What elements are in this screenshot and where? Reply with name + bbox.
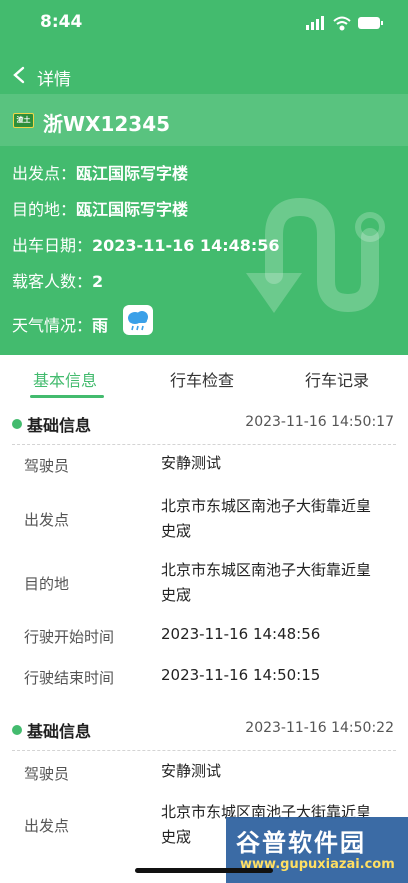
vehicle-type-badge: 渣土 [13,113,34,128]
page-title: 详情 [37,70,71,90]
driver-value: 安静测试 [161,762,222,780]
section-header: 基础信息 2023-11-16 14:50:22 [0,709,408,745]
trip-date-value: 2023-11-16 14:48:56 [92,236,280,255]
section-dot-icon [12,725,22,735]
passenger-count-row: 载客人数：2 [12,272,104,291]
destination-row: 目的地：瓯江国际写字楼 [12,200,189,219]
tab-bar: 基本信息 行车检查 行车记录 [0,355,408,399]
nav-bar: 详情 [0,56,408,94]
section-time: 2023-11-16 14:50:17 [245,414,394,430]
divider [12,750,396,751]
plate-band: 渣土 浙WX12345 [0,94,408,146]
departure-value: 瓯江国际写字楼 [76,164,189,183]
weather-value: 雨 [92,316,109,335]
status-icons [306,16,383,31]
site-watermark: 谷普软件园 www.gupuxiazai.com [226,817,408,883]
weather-row: 天气情况：雨 [12,316,109,335]
start-time-value: 2023-11-16 14:48:56 [161,625,321,643]
status-time: 8:44 [40,12,83,32]
tab-basic-info[interactable]: 基本信息 [33,367,97,391]
section-title: 基础信息 [27,722,92,741]
route-decoration-icon [246,197,385,313]
departure-detail-value: 北京市东城区南池子大街靠近皇史宬 [161,497,372,540]
trip-date-row: 出车日期：2023-11-16 14:48:56 [12,236,280,255]
status-bar: 8:44 [0,10,408,36]
divider [12,444,396,445]
tab-vehicle-check[interactable]: 行车检查 [170,367,234,391]
signal-icon [306,16,324,30]
wifi-icon [333,16,351,31]
back-icon[interactable] [12,66,26,84]
active-tab-indicator [30,395,104,398]
section-header: 基础信息 2023-11-16 14:50:17 [0,403,408,439]
section-time: 2023-11-16 14:50:22 [245,720,394,736]
tab-driving-record[interactable]: 行车记录 [305,367,369,391]
departure-row: 出发点：瓯江国际写字楼 [12,164,189,183]
plate-number: 浙WX12345 [43,112,171,136]
destination-value: 瓯江国际写字楼 [76,200,189,219]
destination-detail-value: 北京市东城区南池子大街靠近皇史宬 [161,561,372,604]
info-section: 基础信息 2023-11-16 14:50:17 驾驶员 安静测试 出发点 北京… [0,403,408,703]
driver-value: 安静测试 [161,454,222,472]
vehicle-header: 8:44 详情 渣土 浙WX12345 出发点：瓯江国际写字楼 目的地：瓯江国际… [0,0,408,355]
end-time-value: 2023-11-16 14:50:15 [161,666,321,684]
watermark-title: 谷普软件园 [236,829,366,857]
rain-cloud-icon [123,305,153,335]
battery-icon [358,17,383,29]
section-title: 基础信息 [27,416,92,435]
passenger-count-value: 2 [92,272,104,291]
section-dot-icon [12,419,22,429]
home-indicator[interactable] [135,868,273,873]
